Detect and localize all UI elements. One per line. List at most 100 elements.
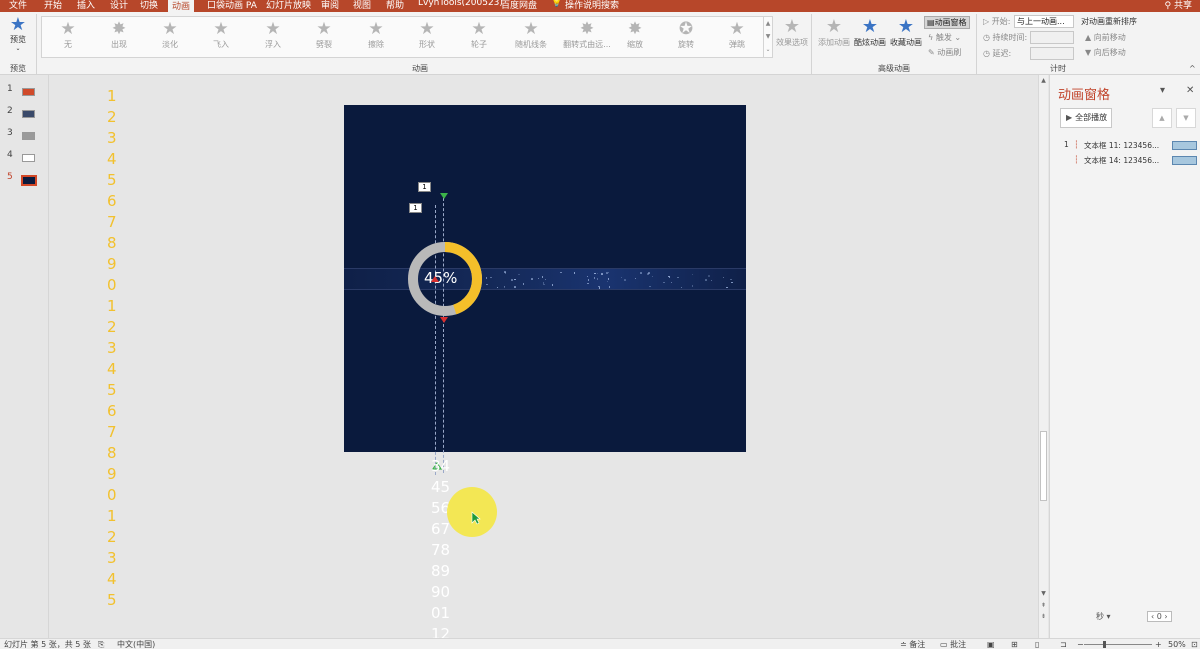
anim-zoom[interactable]: ✸ 缩放 xyxy=(610,19,660,50)
motion-start-marker-icon[interactable] xyxy=(439,192,449,200)
tab-help[interactable]: 帮助 xyxy=(386,0,404,11)
anim-fade[interactable]: ★ 淡化 xyxy=(145,19,195,50)
brush-animation-button[interactable]: ★ 酷炫动画 xyxy=(854,17,886,48)
star-dot xyxy=(486,283,488,286)
digit-item: 4 xyxy=(107,360,117,378)
notes-button[interactable]: ≐ 备注 xyxy=(900,639,925,649)
timeline-zoom-control[interactable]: ‹ 0 › xyxy=(1147,611,1172,622)
move-earlier-button[interactable]: ▲ 向前移动 xyxy=(1085,32,1126,43)
language-indicator[interactable]: 中文(中国) xyxy=(117,639,155,649)
brush-icon: ✎ xyxy=(928,48,935,57)
slide-sorter-icon[interactable]: ⊞ xyxy=(1011,639,1018,649)
animation-painter-button[interactable]: ✎ 动画刷 xyxy=(928,47,961,58)
star-dot xyxy=(640,272,642,274)
anim-split[interactable]: ★ 劈裂 xyxy=(299,19,349,50)
reading-view-icon[interactable]: ▯ xyxy=(1035,639,1039,649)
anim-bounce[interactable]: ★ 弹跳 xyxy=(712,19,762,50)
collect-animation-button[interactable]: ★ 收藏动画 xyxy=(890,17,922,48)
duration-input[interactable] xyxy=(1030,31,1074,44)
preview-button[interactable]: ★ 预览 ⌄ xyxy=(6,16,30,53)
tab-file[interactable]: 文件 xyxy=(9,0,27,11)
share-button[interactable]: ⚲ 共享 xyxy=(1165,0,1192,11)
tab-view[interactable]: 视图 xyxy=(353,0,371,11)
add-animation-button[interactable]: ★ 添加动画 xyxy=(818,17,850,48)
star-dot xyxy=(663,281,665,284)
anim-random-bars[interactable]: ★ 随机线条 xyxy=(506,19,556,50)
effect-options-button[interactable]: ★ 效果选项 xyxy=(776,17,808,48)
tab-lvyhtools[interactable]: LvyhTools(200523) xyxy=(418,0,503,8)
star-dot xyxy=(573,272,576,274)
slide-thumb-2[interactable]: 2 xyxy=(0,106,48,122)
move-down-button[interactable]: ▼ xyxy=(1176,108,1196,128)
animation-tag-2[interactable]: 1 xyxy=(409,203,422,213)
slide-thumb-4[interactable]: 4 xyxy=(0,150,48,166)
scroll-up-icon[interactable]: ▲ xyxy=(1039,77,1048,84)
fit-window-icon[interactable]: ⊡ xyxy=(1191,639,1198,649)
zoom-slider-knob[interactable] xyxy=(1103,641,1106,648)
star-dot xyxy=(543,283,545,286)
move-up-button[interactable]: ▲ xyxy=(1152,108,1172,128)
anim-wheel[interactable]: ★ 轮子 xyxy=(454,19,504,50)
ribbon: ★ 预览 ⌄ 预览 ★ 无 ✸ 出现 ★ 淡化 ★ 飞入 ★ 浮入 ★ 劈裂 ★ 擦除 ★ 形状… xyxy=(0,12,1200,75)
star-add-icon: ★ xyxy=(825,16,843,37)
trigger-button[interactable]: ϟ 触发 ⌄ xyxy=(928,32,961,43)
digit-column[interactable]: 1 2 3 4 5 6 7 8 9 0 1 2 3 4 5 6 7 8 9 0 1 2 3 4 5 xyxy=(107,87,117,612)
animation-tag-1[interactable]: 1 xyxy=(418,182,431,192)
anim-none[interactable]: ★ 无 xyxy=(43,19,93,50)
slideshow-icon[interactable]: ⊐ xyxy=(1060,639,1067,649)
delay-input[interactable] xyxy=(1030,47,1074,60)
digit-item: 0 xyxy=(107,486,117,504)
anim-wipe[interactable]: ★ 擦除 xyxy=(351,19,401,50)
anim-float-in[interactable]: ★ 浮入 xyxy=(248,19,298,50)
zoom-level[interactable]: 50% xyxy=(1168,639,1186,649)
move-later-button[interactable]: ▼ 向后移动 xyxy=(1085,47,1126,58)
previous-slide-icon[interactable]: ⇞ xyxy=(1039,602,1048,609)
tab-home[interactable]: 开始 xyxy=(44,0,62,11)
tell-me-search[interactable]: 操作说明搜索 xyxy=(565,0,619,11)
scroll-down-icon[interactable]: ▼ xyxy=(1039,590,1048,597)
play-all-button[interactable]: ▶ 全部播放 xyxy=(1060,108,1112,128)
seconds-dropdown[interactable]: 秒 ▾ xyxy=(1096,611,1111,622)
zoom-in-icon[interactable]: + xyxy=(1155,639,1162,649)
spellcheck-icon[interactable]: ⎘ xyxy=(98,639,104,649)
star-dot xyxy=(531,278,533,280)
slide[interactable]: 1 1 45% xyxy=(344,105,746,475)
gallery-scroll[interactable]: ▲ ▼ ⌄ xyxy=(763,17,772,57)
slide-thumb-1[interactable]: 1 xyxy=(0,84,48,100)
collapse-ribbon-icon[interactable]: ^ xyxy=(1189,64,1196,73)
overflow-number-column[interactable]: 34 45 56 67 78 89 90 01 12 xyxy=(431,456,450,638)
pane-menu-icon[interactable]: ▾ xyxy=(1160,85,1165,96)
comments-button[interactable]: ▭ 批注 xyxy=(940,639,966,649)
animation-list-item[interactable]: 1 ┆ 文本框 11: 123456... xyxy=(1064,139,1197,153)
digit-item: 5 xyxy=(107,171,117,189)
anim-fly-in[interactable]: ★ 飞入 xyxy=(196,19,246,50)
scrollbar-thumb[interactable] xyxy=(1040,431,1047,501)
anim-shape[interactable]: ★ 形状 xyxy=(402,19,452,50)
tab-slideshow[interactable]: 幻灯片放映 xyxy=(266,0,311,11)
tab-pocket-animation[interactable]: 口袋动画 PA xyxy=(207,0,257,11)
animation-pane-toggle[interactable]: ▤动画窗格 xyxy=(924,16,970,29)
canvas-vertical-scrollbar[interactable]: ▲ ▼ ⇞ ⇟ xyxy=(1038,75,1048,638)
tab-review[interactable]: 审阅 xyxy=(321,0,339,11)
start-select[interactable]: 与上一动画... xyxy=(1014,15,1074,28)
next-slide-icon[interactable]: ⇟ xyxy=(1039,613,1048,620)
digit-item: 1 xyxy=(107,507,117,525)
animation-list-item[interactable]: ┆ 文本框 14: 123456... xyxy=(1064,154,1197,168)
anim-swivel[interactable]: ✪ 旋转 xyxy=(661,19,711,50)
slide-canvas[interactable]: 1234567890123456789012345 1 1 45% 34 45 56… xyxy=(50,75,1037,638)
zoom-out-icon[interactable]: − xyxy=(1077,639,1084,649)
tab-baidu-netdisk[interactable]: 百度网盘 xyxy=(501,0,537,11)
burst-icon: ✸ xyxy=(111,19,127,39)
tab-insert[interactable]: 插入 xyxy=(77,0,95,11)
ribbon-divider xyxy=(36,14,37,74)
star-dot xyxy=(722,276,725,279)
tab-transitions[interactable]: 切换 xyxy=(140,0,158,11)
close-icon[interactable]: ✕ xyxy=(1186,85,1194,96)
tab-design[interactable]: 设计 xyxy=(110,0,128,11)
normal-view-icon[interactable]: ▣ xyxy=(987,639,995,649)
slide-thumb-3[interactable]: 3 xyxy=(0,128,48,144)
zoom-slider-track[interactable] xyxy=(1084,644,1152,645)
slide-thumb-5[interactable]: 5 xyxy=(0,172,48,188)
anim-grow-turn[interactable]: ✸ 翻转式由远... xyxy=(559,19,615,50)
anim-appear[interactable]: ✸ 出现 xyxy=(94,19,144,50)
